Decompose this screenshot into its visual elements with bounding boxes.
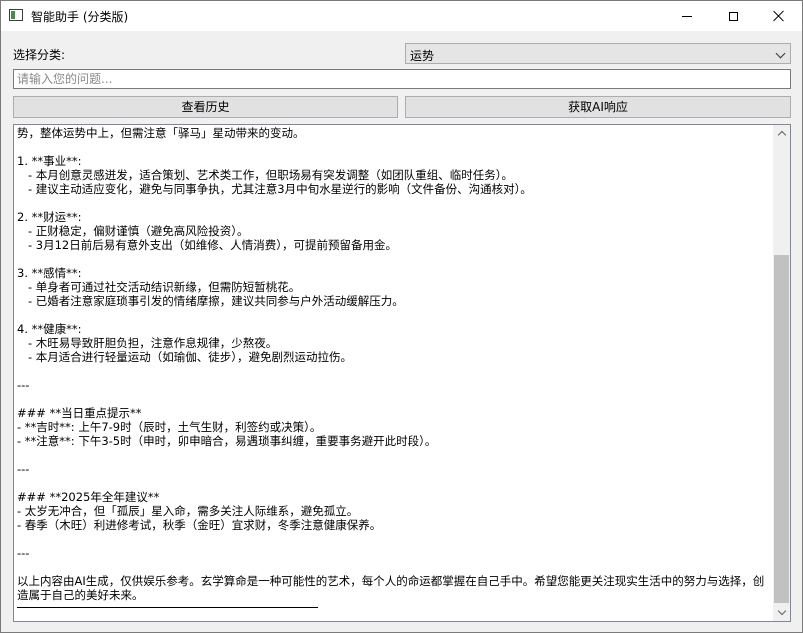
response-line: - 正财稳定，偏财谨慎（避免高风险投资）。 xyxy=(17,224,249,238)
response-line: - **注意**: 下午3-5时（申时，卯申暗合，易遇琐事纠缠，重要事务避开此时… xyxy=(17,434,437,448)
response-line xyxy=(17,308,773,322)
minimize-icon xyxy=(682,15,692,17)
chevron-up-icon xyxy=(777,130,786,140)
response-line: - 本月创意灵感迸发，适合策划、艺术类工作，但职场易有突发调整（如团队重组、临时… xyxy=(17,168,514,182)
scrollbar-thumb[interactable] xyxy=(774,255,789,603)
close-button[interactable] xyxy=(756,1,802,31)
response-line xyxy=(17,532,773,546)
window-title: 智能助手 (分类版) xyxy=(31,10,129,24)
response-line: ### **当日重点提示** xyxy=(17,406,142,420)
response-line xyxy=(17,476,773,490)
response-line: 势，整体运势中上，但需注意「驿马」星动带来的变动。 xyxy=(17,126,305,140)
question-input[interactable] xyxy=(13,69,791,89)
chevron-down-icon xyxy=(777,606,786,616)
response-line xyxy=(17,560,773,574)
response-line xyxy=(17,196,773,210)
category-selected-value: 运势 xyxy=(410,49,435,63)
response-text-area[interactable]: 势，整体运势中上，但需注意「驿马」星动带来的变动。 1. **事业**: - 本月… xyxy=(13,124,791,622)
app-window-icon xyxy=(9,9,23,21)
view-history-button[interactable]: 查看历史 xyxy=(13,96,398,118)
category-label: 选择分类: xyxy=(13,48,66,62)
response-line: - 春季（木旺）利进修考试，秋季（金旺）宜求财，冬季注意健康保养。 xyxy=(17,518,382,532)
response-line xyxy=(17,448,773,462)
response-line: --- xyxy=(17,378,30,392)
response-line: 1. **事业**: xyxy=(17,154,82,168)
response-line: - **吉时**: 上午7-9时（辰时，土气生财，利签约或决策）。 xyxy=(17,420,322,434)
response-line: 4. **健康**: xyxy=(17,322,82,336)
maximize-button[interactable] xyxy=(710,1,756,31)
response-line xyxy=(17,252,773,266)
scroll-up-button[interactable] xyxy=(773,125,790,142)
maximize-icon xyxy=(728,11,738,21)
app-window: 智能助手 (分类版) 选择分类: 运势 查看历史 获取AI响应 势，整体运势中上… xyxy=(0,0,803,633)
response-text-content: 势，整体运势中上，但需注意「驿马」星动带来的变动。 1. **事业**: - 本月… xyxy=(17,126,773,602)
title-bar[interactable]: 智能助手 (分类版) xyxy=(1,1,802,31)
text-cursor-underline xyxy=(17,607,318,608)
response-line: ### **2025年全年建议** xyxy=(17,490,160,504)
response-line xyxy=(17,392,773,406)
response-line: 以上内容由AI生成，仅供娱乐参考。玄学算命是一种可能性的艺术，每个人的命运都掌握… xyxy=(17,574,765,602)
get-ai-response-button[interactable]: 获取AI响应 xyxy=(405,96,791,118)
close-icon xyxy=(773,10,785,22)
response-line: - 本月适合进行轻量运动（如瑜伽、徒步），避免剧烈运动拉伤。 xyxy=(17,350,353,364)
response-line: - 太岁无冲合，但「孤辰」星入命，需多关注人际维系，避免孤立。 xyxy=(17,504,359,518)
chevron-down-icon xyxy=(775,48,786,59)
response-line: --- xyxy=(17,462,30,476)
response-line: - 建议主动适应变化，避免与同事争执，尤其注意3月中旬水星逆行的影响（文件备份、… xyxy=(17,182,532,196)
response-line: - 单身者可通过社交活动结识新缘，但需防短暂桃花。 xyxy=(17,280,301,294)
response-line: - 3月12日前后易有意外支出（如维修、人情消费），可提前预留备用金。 xyxy=(17,238,397,252)
response-line: 3. **感情**: xyxy=(17,266,82,280)
response-line xyxy=(17,140,773,154)
minimize-button[interactable] xyxy=(664,1,710,31)
scroll-down-button[interactable] xyxy=(773,604,790,621)
response-line xyxy=(17,364,773,378)
response-line: 2. **财运**: xyxy=(17,210,82,224)
response-line: - 木旺易导致肝胆负担，注意作息规律，少熬夜。 xyxy=(17,336,278,350)
response-line: --- xyxy=(17,546,30,560)
category-select[interactable]: 运势 xyxy=(405,43,791,64)
response-line: - 已婚者注意家庭琐事引发的情绪摩擦，建议共同参与户外活动缓解压力。 xyxy=(17,294,404,308)
vertical-scrollbar[interactable] xyxy=(773,125,790,621)
